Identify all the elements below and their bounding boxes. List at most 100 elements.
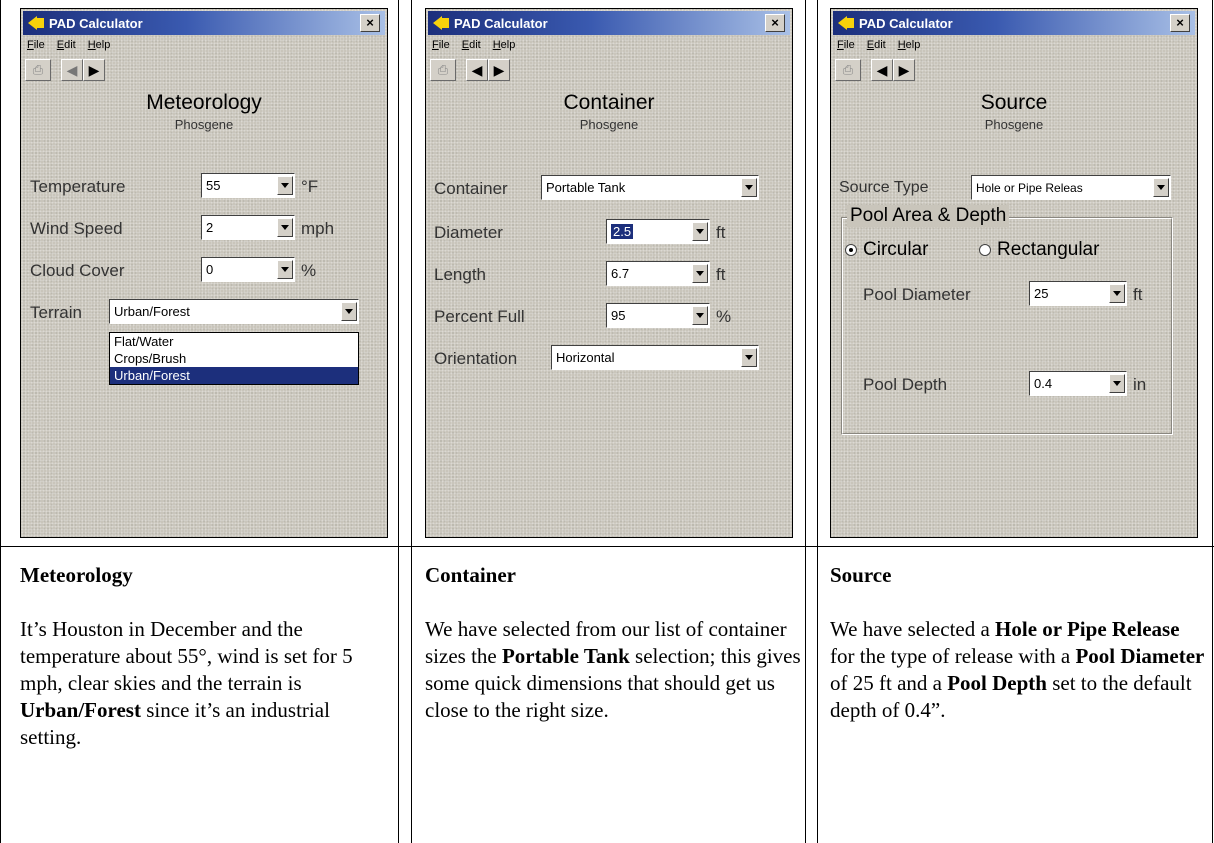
print-icon[interactable]: ⎙ [25,59,51,81]
chemical-name: Phosgene [174,117,234,132]
page-title: Container [563,91,655,114]
app-icon [433,16,449,30]
cloud-cover-value: 0 [206,262,214,277]
menu-edit[interactable]: Edit [462,39,481,51]
pool-diameter-combo[interactable]: 25 [1029,281,1127,306]
wind-speed-unit: mph [301,219,335,238]
forward-arrow-icon[interactable]: ▶ [83,59,105,81]
temperature-combo[interactable]: 55 [201,173,295,198]
chevron-down-icon[interactable] [741,348,757,367]
terrain-option[interactable]: Flat/Water [110,333,358,350]
pool-depth-combo[interactable]: 0.4 [1029,371,1127,396]
percent-full-unit: % [716,307,732,326]
orientation-label: Orientation [434,349,518,368]
orientation-value: Horizontal [556,350,615,365]
close-button[interactable]: × [765,14,785,32]
menu-help[interactable]: Help [898,39,921,51]
pool-diameter-label: Pool Diameter [863,285,971,304]
temperature-label: Temperature [30,177,126,196]
menu-edit[interactable]: Edit [867,39,886,51]
menu-edit[interactable]: Edit [57,39,76,51]
length-combo[interactable]: 6.7 [606,261,710,286]
table-border-left [0,0,1,843]
wind-speed-combo[interactable]: 2 [201,215,295,240]
chevron-down-icon[interactable] [277,260,293,279]
table-border-middle [0,546,1214,547]
app-icon [28,16,44,30]
menu-help[interactable]: Help [88,39,111,51]
circular-radio-label: Circular [863,239,929,260]
pool-area-group-title: Pool Area & Depth [847,205,1010,227]
chevron-down-icon[interactable] [692,264,708,283]
radio-selected-icon [845,244,857,256]
terrain-combo[interactable]: Urban/Forest [109,299,359,324]
terrain-option-selected[interactable]: Urban/Forest [110,367,358,384]
cloud-cover-combo[interactable]: 0 [201,257,295,282]
toolbar: ⎙ ◀ ▶ [21,55,387,85]
page-title: Source [980,91,1048,114]
source-type-label: Source Type [839,179,929,196]
pool-depth-label: Pool Depth [863,375,948,394]
chevron-down-icon[interactable] [277,176,293,195]
forward-arrow-icon[interactable]: ▶ [893,59,915,81]
close-button[interactable]: × [360,14,380,32]
orientation-combo[interactable]: Horizontal [551,345,759,370]
close-button[interactable]: × [1170,14,1190,32]
diameter-combo[interactable]: 2.5 [606,219,710,244]
diameter-label: Diameter [434,223,503,242]
menu-bar: File Edit Help [21,35,387,55]
menu-bar: File Edit Help [426,35,792,55]
chevron-down-icon[interactable] [692,306,708,325]
chevron-down-icon[interactable] [1153,178,1169,197]
table-border-2b [817,0,818,843]
table-border-1b [411,0,412,843]
menu-file[interactable]: File [837,39,855,51]
print-icon[interactable]: ⎙ [430,59,456,81]
pool-depth-value: 0.4 [1034,376,1053,391]
app-icon [838,16,854,30]
terrain-label: Terrain [30,303,82,322]
source-type-value: Hole or Pipe Releas [976,180,1083,195]
title-bar: PAD Calculator × [833,11,1195,35]
source-type-combo[interactable]: Hole or Pipe Releas [971,175,1171,200]
toolbar: ⎙ ◀ ▶ [426,55,792,85]
title-bar: PAD Calculator × [23,11,385,35]
percent-full-value: 95 [611,308,626,323]
menu-file[interactable]: File [27,39,45,51]
table-border-2a [805,0,806,843]
terrain-option[interactable]: Crops/Brush [110,350,358,367]
menu-file[interactable]: File [432,39,450,51]
chevron-down-icon[interactable] [277,218,293,237]
toolbar: ⎙ ◀ ▶ [831,55,1197,85]
percent-full-combo[interactable]: 95 [606,303,710,328]
forward-arrow-icon[interactable]: ▶ [488,59,510,81]
window-title: PAD Calculator [454,15,548,31]
window-title: PAD Calculator [859,15,953,31]
rectangular-radio[interactable]: Rectangular [979,239,1099,261]
caption-meteorology: Meteorology It’s Houston in December and… [20,562,392,751]
back-arrow-icon[interactable]: ◀ [466,59,488,81]
back-arrow-icon[interactable]: ◀ [871,59,893,81]
menu-bar: File Edit Help [831,35,1197,55]
back-arrow-icon[interactable]: ◀ [61,59,83,81]
length-unit: ft [716,265,726,284]
print-icon[interactable]: ⎙ [835,59,861,81]
cloud-cover-label: Cloud Cover [30,261,125,280]
caption-text: We have selected from our list of contai… [425,617,801,722]
temperature-value: 55 [206,178,221,193]
length-value: 6.7 [611,266,630,281]
menu-help[interactable]: Help [493,39,516,51]
circular-radio[interactable]: Circular [845,239,928,261]
page-title: Meteorology [146,91,262,114]
caption-title: Source [830,563,892,587]
wind-speed-value: 2 [206,220,214,235]
length-label: Length [434,265,486,284]
chevron-down-icon[interactable] [1109,374,1125,393]
chevron-down-icon[interactable] [692,222,708,241]
chevron-down-icon[interactable] [741,178,757,197]
caption-title: Container [425,563,516,587]
container-combo[interactable]: Portable Tank [541,175,759,200]
chevron-down-icon[interactable] [341,302,357,321]
chevron-down-icon[interactable] [1109,284,1125,303]
table-border-1a [398,0,399,843]
